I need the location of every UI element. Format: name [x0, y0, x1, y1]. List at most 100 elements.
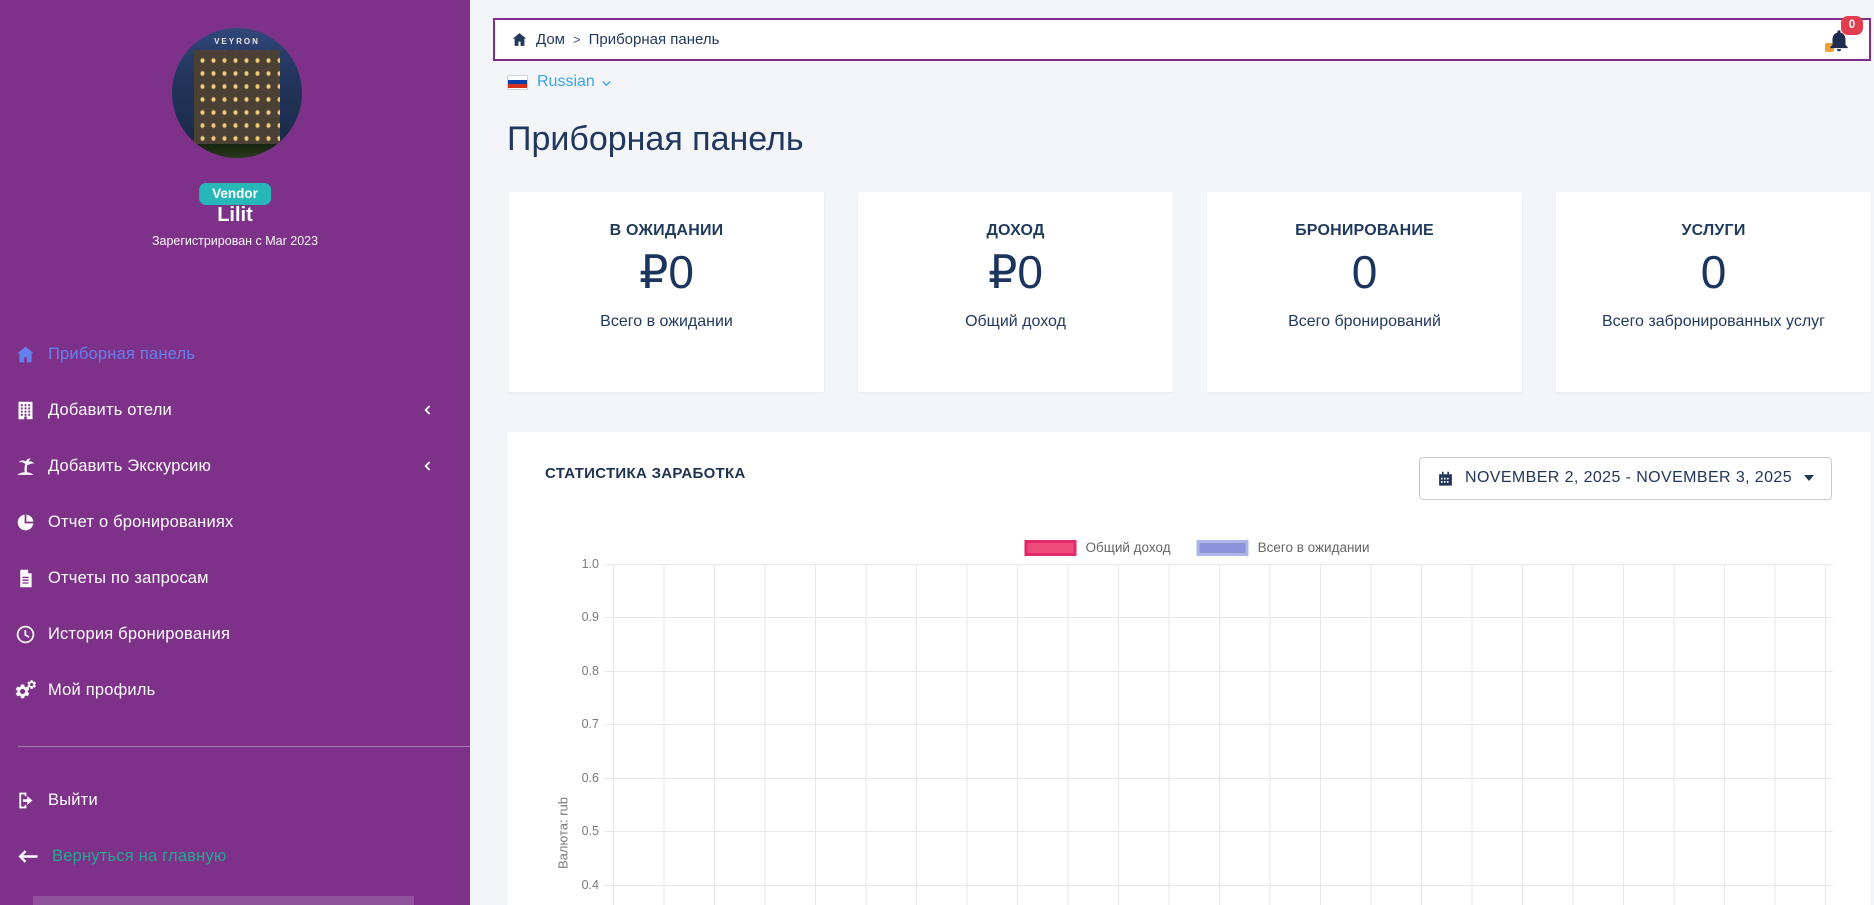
report-icon: [15, 568, 36, 589]
sidebar-item-my-profile[interactable]: Мой профиль: [0, 662, 470, 718]
gridline: [604, 885, 1833, 886]
sidebar-item-add-hotels[interactable]: Добавить отели: [0, 382, 470, 438]
stat-card-value: ₽0: [529, 246, 804, 299]
sidebar-item-logout[interactable]: Выйти: [0, 772, 470, 828]
vendor-name: Lilit: [0, 204, 470, 227]
y-axis-tick: 0.5: [537, 824, 599, 838]
sidebar-divider: [18, 746, 470, 747]
page-title: Приборная панель: [507, 118, 1874, 162]
gridline: [604, 671, 1833, 672]
date-range-label: NOVEMBER 2, 2025 - NOVEMBER 3, 2025: [1465, 469, 1792, 487]
language-selector[interactable]: Russian: [507, 71, 657, 93]
stat-card-label: В ОЖИДАНИИ: [529, 222, 804, 240]
sidebar-item-booking-report[interactable]: Отчет о бронированиях: [0, 494, 470, 550]
stat-card-pending: В ОЖИДАНИИ ₽0 Всего в ожидании: [509, 192, 824, 392]
y-axis-tick: 0.7: [537, 717, 599, 731]
hotel-photo: [194, 50, 280, 146]
sidebar-item-label: История бронирования: [48, 625, 230, 644]
calendar-icon: [1437, 470, 1454, 487]
legend-swatch: [1197, 540, 1249, 556]
vertical-gridlines: [613, 564, 1833, 905]
stat-card-income: ДОХОД ₽0 Общий доход: [858, 192, 1173, 392]
avatar[interactable]: VEYRON: [172, 28, 302, 158]
y-axis-tick: 0.4: [537, 878, 599, 892]
stat-card-value: 0: [1576, 246, 1851, 299]
stat-card-subtext: Общий доход: [878, 310, 1153, 333]
chart-plot-area: [613, 564, 1833, 905]
y-axis-tick: 0.6: [537, 771, 599, 785]
vendor-registered: Зарегистрирован с Mar 2023: [0, 234, 470, 248]
caret-down-icon: [1804, 475, 1814, 481]
stat-card-subtext: Всего в ожидании: [529, 310, 804, 333]
breadcrumb: Дом > Приборная панель 0: [493, 18, 1871, 61]
sidebar-item-request-reports[interactable]: Отчеты по запросам: [0, 550, 470, 606]
stat-card-bookings: БРОНИРОВАНИЕ 0 Всего бронирований: [1207, 192, 1522, 392]
chevron-down-icon: [600, 77, 613, 90]
legend-item: Общий доход: [1024, 540, 1170, 556]
stat-card-label: БРОНИРОВАНИЕ: [1227, 222, 1502, 240]
breadcrumb-separator: >: [573, 32, 581, 47]
sidebar-item-label: Мой профиль: [48, 681, 155, 700]
y-axis-tick: 1.0: [537, 557, 599, 571]
sidebar-item-dashboard[interactable]: Приборная панель: [0, 326, 470, 382]
chevron-left-icon[interactable]: [421, 404, 434, 417]
legend-swatch: [1024, 540, 1076, 556]
gridline: [604, 617, 1833, 618]
sidebar-item-label: Отчет о бронированиях: [48, 513, 233, 532]
sidebar-item-booking-history[interactable]: История бронирования: [0, 606, 470, 662]
logout-icon: [15, 790, 36, 811]
sidebar-item-label: Приборная панель: [48, 345, 195, 364]
sidebar-item-label: Добавить Экскурсию: [48, 457, 211, 476]
sidebar: VEYRON Vendor Lilit Зарегистрирован с Ma…: [0, 0, 470, 905]
gridline: [604, 778, 1833, 779]
notifications-button[interactable]: 0: [1826, 25, 1853, 55]
earnings-title: СТАТИСТИКА ЗАРАБОТКА: [545, 465, 746, 482]
sidebar-menu: Приборная панель Добавить отели Добавить Э…: [0, 326, 470, 718]
earnings-panel: СТАТИСТИКА ЗАРАБОТКА NOVEMBER 2, 2025 - …: [507, 432, 1871, 905]
hotel-icon: [15, 400, 36, 421]
gears-icon: [15, 680, 36, 701]
vendor-badge: Vendor: [199, 183, 271, 205]
main-content: Дом > Приборная панель 0 Russian Приборн…: [470, 0, 1874, 905]
chevron-left-icon[interactable]: [421, 460, 434, 473]
stats-row: В ОЖИДАНИИ ₽0 Всего в ожидании ДОХОД ₽0 Общий…: [509, 192, 1871, 392]
pie-chart-icon: [15, 512, 36, 533]
stat-card-value: 0: [1227, 246, 1502, 299]
y-axis-tick: 0.9: [537, 610, 599, 624]
legend-label: Всего в ожидании: [1258, 540, 1370, 555]
language-label: Russian: [537, 73, 595, 91]
legend-label: Общий доход: [1085, 540, 1170, 555]
hotel-photo-base: [172, 144, 302, 158]
legend-item: Всего в ожидании: [1197, 540, 1370, 556]
gridline: [604, 564, 1833, 565]
hotel-photo-sign: VEYRON: [172, 37, 302, 46]
gridline: [604, 831, 1833, 832]
tour-icon: [15, 456, 36, 477]
stat-card-label: ДОХОД: [878, 222, 1153, 240]
stat-card-services: УСЛУГИ 0 Всего забронированных услуг: [1556, 192, 1871, 392]
stat-card-value: ₽0: [878, 246, 1153, 299]
home-icon[interactable]: [511, 31, 528, 48]
stat-card-subtext: Всего забронированных услуг: [1576, 310, 1851, 333]
sidebar-item-back-to-main[interactable]: Вернуться на главную: [0, 828, 470, 884]
arrow-left-icon: [15, 846, 40, 867]
history-icon: [15, 624, 36, 645]
date-range-picker[interactable]: NOVEMBER 2, 2025 - NOVEMBER 3, 2025: [1419, 457, 1832, 500]
flag-russia-icon: [507, 75, 528, 90]
sidebar-item-label: Выйти: [48, 791, 98, 810]
notification-badge: 0: [1841, 16, 1863, 35]
sidebar-bottom-strip: [33, 896, 414, 905]
breadcrumb-current: Приборная панель: [589, 31, 720, 48]
sidebar-item-label: Вернуться на главную: [52, 847, 226, 866]
sidebar-item-label: Добавить отели: [48, 401, 172, 420]
sidebar-item-add-tour[interactable]: Добавить Экскурсию: [0, 438, 470, 494]
stat-card-label: УСЛУГИ: [1576, 222, 1851, 240]
stat-card-subtext: Всего бронирований: [1227, 310, 1502, 333]
chart-legend: Общий доход Всего в ожидании: [1024, 540, 1369, 556]
gridline: [604, 724, 1833, 725]
breadcrumb-home[interactable]: Дом: [536, 31, 565, 48]
vendor-dashboard: VEYRON Vendor Lilit Зарегистрирован с Ma…: [0, 0, 1874, 905]
sidebar-item-label: Отчеты по запросам: [48, 569, 209, 588]
y-axis-tick: 0.8: [537, 664, 599, 678]
home-icon: [15, 344, 36, 365]
